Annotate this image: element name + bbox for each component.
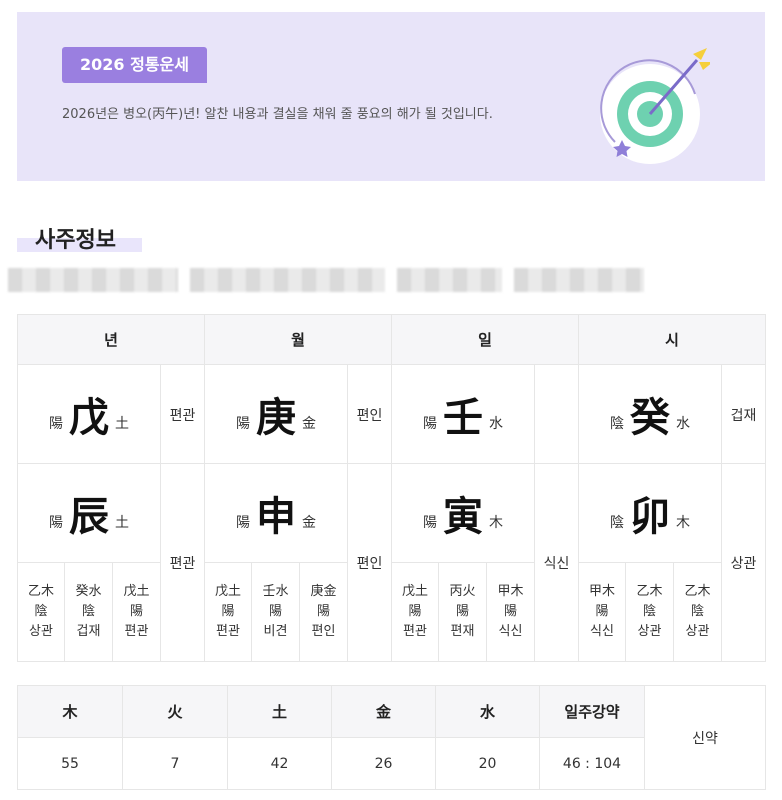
element-header-earth: 土 (227, 685, 332, 738)
element-value-fire: 7 (122, 737, 228, 790)
earth-cell-year: 陽 辰 土 (17, 463, 161, 563)
element-label: 水 (676, 416, 690, 432)
pillar-header-row: 년 월 일 시 (17, 314, 766, 365)
element-value-wood: 55 (17, 737, 123, 790)
ten-god-label: 식신 (534, 463, 579, 662)
stem-char: 壬 (443, 394, 483, 441)
element-label: 土 (115, 515, 129, 531)
pillar-header-day: 일 (391, 314, 579, 365)
branch-char: 寅 (443, 493, 483, 540)
element-label: 水 (489, 416, 503, 432)
element-value-earth: 42 (227, 737, 332, 790)
hidden-stem: 乙木陰 상관 (625, 562, 674, 662)
pillar-header-hour: 시 (578, 314, 766, 365)
stem-char: 庚 (256, 394, 296, 441)
hidden-stem: 甲木陽 식신 (578, 562, 626, 662)
ten-god-label: 편관 (160, 364, 205, 464)
element-label: 木 (489, 515, 503, 531)
yinyang-label: 陰 (610, 515, 624, 531)
section-title: 사주정보 (35, 228, 116, 253)
yinyang-label: 陽 (49, 515, 63, 531)
ten-god-label: 상관 (721, 463, 766, 662)
strength-header: 일주강약 (539, 685, 645, 738)
element-header-fire: 火 (122, 685, 228, 738)
banner-description: 2026년은 병오(丙午)년! 알찬 내용과 결실을 채워 줄 풍요의 해가 될… (62, 107, 493, 122)
yinyang-label: 陽 (423, 416, 437, 432)
saju-table: 년 월 일 시 陽 戊 土 편관 陽 庚 金 편인 陽 壬 水 陰 癸 水 겁재… (17, 314, 766, 662)
hidden-stem: 乙木陰 상관 (17, 562, 65, 662)
ten-god-label: 편인 (347, 463, 392, 662)
branch-char: 辰 (69, 493, 109, 540)
element-header-water: 水 (435, 685, 540, 738)
ten-god-label (534, 364, 579, 464)
strength-result: 신약 (644, 685, 766, 790)
hidden-stem: 庚金陽 편인 (299, 562, 348, 662)
heaven-cell-month: 陽 庚 金 (204, 364, 348, 464)
ten-god-label: 편관 (160, 463, 205, 662)
strength-ratio: 46 : 104 (539, 737, 645, 790)
blurred-birth-info (8, 268, 644, 292)
fortune-banner: 2026 정통운세 2026년은 병오(丙午)년! 알찬 내용과 결실을 채워 … (17, 12, 765, 181)
hidden-stem: 甲木陽 식신 (486, 562, 535, 662)
element-label: 金 (302, 515, 316, 531)
element-header-row: 木 火 土 金 水 일주강약 신약 (17, 685, 766, 790)
branch-char: 申 (256, 493, 296, 540)
yinyang-label: 陽 (49, 416, 63, 432)
yinyang-label: 陰 (610, 416, 624, 432)
hidden-stems-row: 乙木陰 상관 癸水陰 겁재 戊土陽 편관 戊土陽 편관 壬水陽 비견 庚金陽 편인 戊土陽 편… (17, 562, 766, 662)
target-icon (600, 48, 710, 164)
element-label: 金 (302, 416, 316, 432)
element-value-metal: 26 (331, 737, 436, 790)
element-header-metal: 金 (331, 685, 436, 738)
hidden-stem: 癸水陰 겁재 (64, 562, 113, 662)
hidden-stem: 戊土陽 편관 (112, 562, 161, 662)
earth-cell-day: 陽 寅 木 (391, 463, 535, 563)
heaven-cell-day: 陽 壬 水 (391, 364, 535, 464)
element-header-wood: 木 (17, 685, 123, 738)
element-value-water: 20 (435, 737, 540, 790)
ten-god-label: 편인 (347, 364, 392, 464)
element-label: 木 (676, 515, 690, 531)
hidden-stem: 壬水陽 비견 (251, 562, 300, 662)
earth-cell-month: 陽 申 金 (204, 463, 348, 563)
element-label: 土 (115, 416, 129, 432)
hidden-stem: 戊土陽 편관 (204, 562, 252, 662)
stem-char: 癸 (630, 394, 670, 441)
yinyang-label: 陽 (423, 515, 437, 531)
heaven-cell-hour: 陰 癸 水 (578, 364, 722, 464)
heaven-cell-year: 陽 戊 土 (17, 364, 161, 464)
ten-god-label: 겁재 (721, 364, 766, 464)
fortune-badge: 2026 정통운세 (62, 47, 207, 83)
element-stats-table: 木 火 土 金 水 일주강약 신약 55 7 42 26 20 46 : 104 (17, 685, 766, 790)
earthly-branch-row: 陽 辰 土 편관 陽 申 金 편인 陽 寅 木 식신 陰 卯 木 상관 (17, 463, 766, 662)
branch-char: 卯 (630, 493, 670, 540)
hidden-stem: 乙木陰 상관 (673, 562, 722, 662)
pillar-header-year: 년 (17, 314, 205, 365)
stem-char: 戊 (69, 394, 109, 441)
heavenly-stem-row: 陽 戊 土 편관 陽 庚 金 편인 陽 壬 水 陰 癸 水 겁재 (17, 364, 766, 464)
earth-cell-hour: 陰 卯 木 (578, 463, 722, 563)
yinyang-label: 陽 (236, 515, 250, 531)
yinyang-label: 陽 (236, 416, 250, 432)
hidden-stem: 丙火陽 편재 (438, 562, 487, 662)
hidden-stem: 戊土陽 편관 (391, 562, 439, 662)
pillar-header-month: 월 (204, 314, 392, 365)
